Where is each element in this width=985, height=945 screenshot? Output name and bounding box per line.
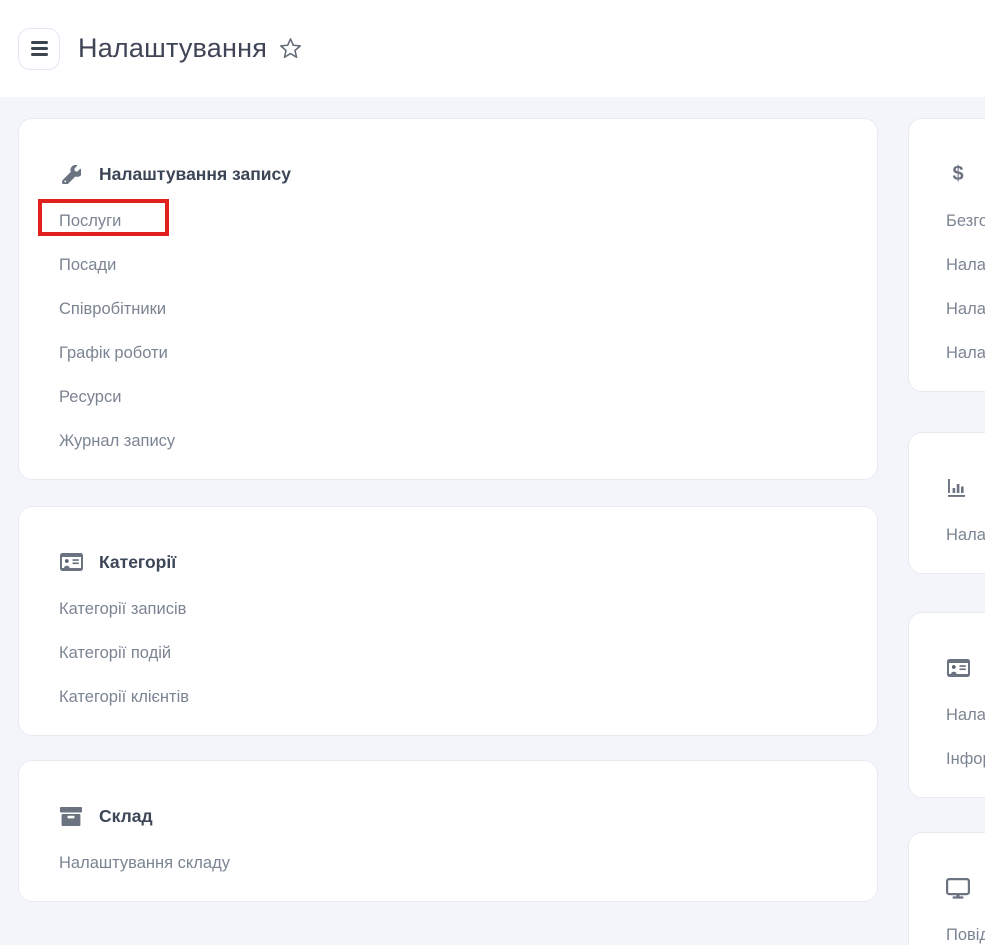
page-title: Налаштування <box>78 33 267 64</box>
left-column: Налаштування запису Послуги Посади Співр… <box>18 118 878 945</box>
id-card-icon <box>59 553 83 571</box>
id-card-icon <box>946 659 970 677</box>
bar-chart-icon <box>946 479 970 497</box>
card-online-title: О <box>946 875 985 901</box>
wrench-icon <box>59 165 83 184</box>
card-online-items: Повід <box>946 925 985 945</box>
card-categories-items: Категорії записів Категорії подій Катего… <box>59 599 837 707</box>
settings-link[interactable]: Категорії записів <box>59 599 186 619</box>
hamburger-icon <box>31 41 48 55</box>
favorite-star-icon[interactable] <box>278 36 303 61</box>
card-title-label: Категорії <box>99 549 176 575</box>
settings-content: Налаштування запису Послуги Посади Співр… <box>0 97 985 945</box>
settings-link[interactable]: Журнал запису <box>59 431 175 451</box>
card-online: О Повід <box>908 832 985 945</box>
card-clients-title: К <box>946 655 985 681</box>
settings-link[interactable]: Безго <box>946 211 985 231</box>
settings-link-poslugy[interactable]: Послуги <box>59 211 121 231</box>
settings-link[interactable]: Графік роботи <box>59 343 168 363</box>
dollar-icon: $ <box>946 161 970 187</box>
settings-link[interactable]: Інфор <box>946 749 985 769</box>
settings-link[interactable]: Повід <box>946 925 985 945</box>
settings-link[interactable]: Категорії подій <box>59 643 171 663</box>
page-header: Налаштування <box>0 0 985 97</box>
card-record-settings-title: Налаштування запису <box>59 161 837 187</box>
card-clients-items: Налаш Інфор <box>946 705 985 769</box>
settings-link[interactable]: Налаш <box>946 525 985 545</box>
menu-button[interactable] <box>18 28 60 70</box>
settings-link[interactable]: Налаш <box>946 343 985 363</box>
settings-link[interactable]: Категорії клієнтів <box>59 687 189 707</box>
card-title-label: Налаштування запису <box>99 161 291 187</box>
settings-link[interactable]: Налаштування складу <box>59 853 230 873</box>
card-warehouse: Склад Налаштування складу <box>18 760 878 902</box>
card-finance: $ Ф Безго Налаш Налаш Налаш <box>908 118 985 392</box>
monitor-icon <box>946 878 970 899</box>
card-finance-items: Безго Налаш Налаш Налаш <box>946 211 985 363</box>
card-analytics-items: Налаш <box>946 525 985 545</box>
card-record-settings-items: Послуги Посади Співробітники Графік робо… <box>59 211 837 451</box>
card-categories-title: Категорії <box>59 549 837 575</box>
card-analytics: А Налаш <box>908 432 985 574</box>
settings-link[interactable]: Співробітники <box>59 299 166 319</box>
card-record-settings: Налаштування запису Послуги Посади Співр… <box>18 118 878 480</box>
settings-link[interactable]: Налаш <box>946 299 985 319</box>
card-title-label: Склад <box>99 803 153 829</box>
settings-link[interactable]: Налаш <box>946 255 985 275</box>
archive-box-icon <box>59 807 83 826</box>
card-warehouse-items: Налаштування складу <box>59 853 837 873</box>
card-analytics-title: А <box>946 475 985 501</box>
card-finance-title: $ Ф <box>946 161 985 187</box>
card-warehouse-title: Склад <box>59 803 837 829</box>
card-clients: К Налаш Інфор <box>908 612 985 798</box>
settings-link[interactable]: Посади <box>59 255 116 275</box>
right-column: $ Ф Безго Налаш Налаш Налаш <box>908 118 985 945</box>
settings-link[interactable]: Ресурси <box>59 387 121 407</box>
settings-link[interactable]: Налаш <box>946 705 985 725</box>
card-categories: Категорії Категорії записів Категорії по… <box>18 506 878 736</box>
